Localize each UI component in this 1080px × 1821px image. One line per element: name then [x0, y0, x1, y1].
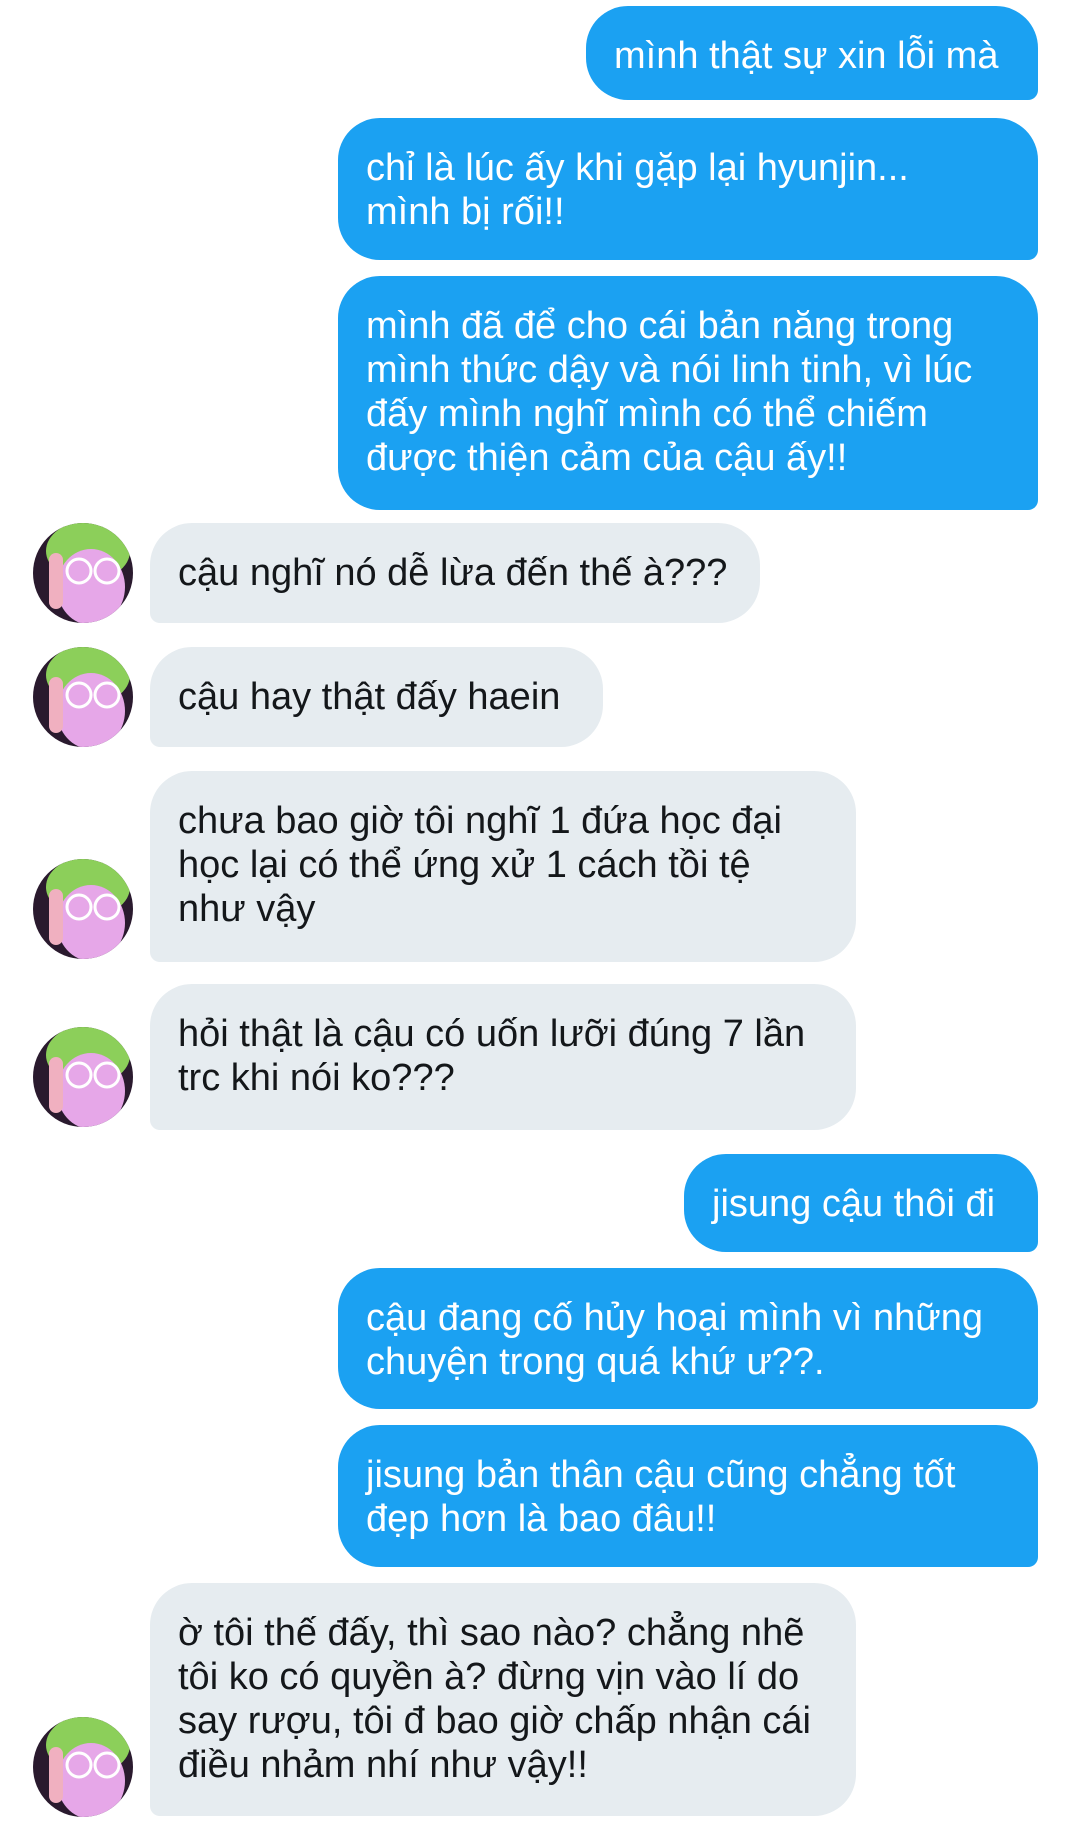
incoming-message[interactable]: ờ tôi thế đấy, thì sao nào? chẳng nhẽ tô… [150, 1583, 856, 1816]
incoming-message[interactable]: chưa bao giờ tôi nghĩ 1 đứa học đại học … [150, 771, 856, 962]
outgoing-message[interactable]: jisung bản thân cậu cũng chẳng tốt đẹp h… [338, 1425, 1038, 1567]
outgoing-message[interactable]: cậu đang cố hủy hoại mình vì những chuyệ… [338, 1268, 1038, 1409]
outgoing-message[interactable]: mình đã để cho cái bản năng trong mình t… [338, 276, 1038, 510]
chat-screen: { "conversation": { "messages": [ {"from… [0, 0, 1080, 1821]
incoming-message[interactable]: hỏi thật là cậu có uốn lưỡi đúng 7 lần t… [150, 984, 856, 1130]
incoming-message[interactable]: cậu hay thật đấy haein [150, 647, 603, 747]
outgoing-message[interactable]: chỉ là lúc ấy khi gặp lại hyunjin... mìn… [338, 118, 1038, 260]
outgoing-message[interactable]: jisung cậu thôi đi [684, 1154, 1038, 1252]
contact-avatar[interactable] [33, 859, 133, 959]
contact-avatar[interactable] [33, 1717, 133, 1817]
contact-avatar[interactable] [33, 647, 133, 747]
avatar-image [33, 647, 133, 747]
contact-avatar[interactable] [33, 1027, 133, 1127]
avatar-image [33, 1027, 133, 1127]
outgoing-message[interactable]: mình thật sự xin lỗi mà [586, 6, 1038, 100]
avatar-image [33, 859, 133, 959]
contact-avatar[interactable] [33, 523, 133, 623]
avatar-image [33, 1717, 133, 1817]
avatar-image [33, 523, 133, 623]
incoming-message[interactable]: cậu nghĩ nó dễ lừa đến thế à??? [150, 523, 760, 623]
